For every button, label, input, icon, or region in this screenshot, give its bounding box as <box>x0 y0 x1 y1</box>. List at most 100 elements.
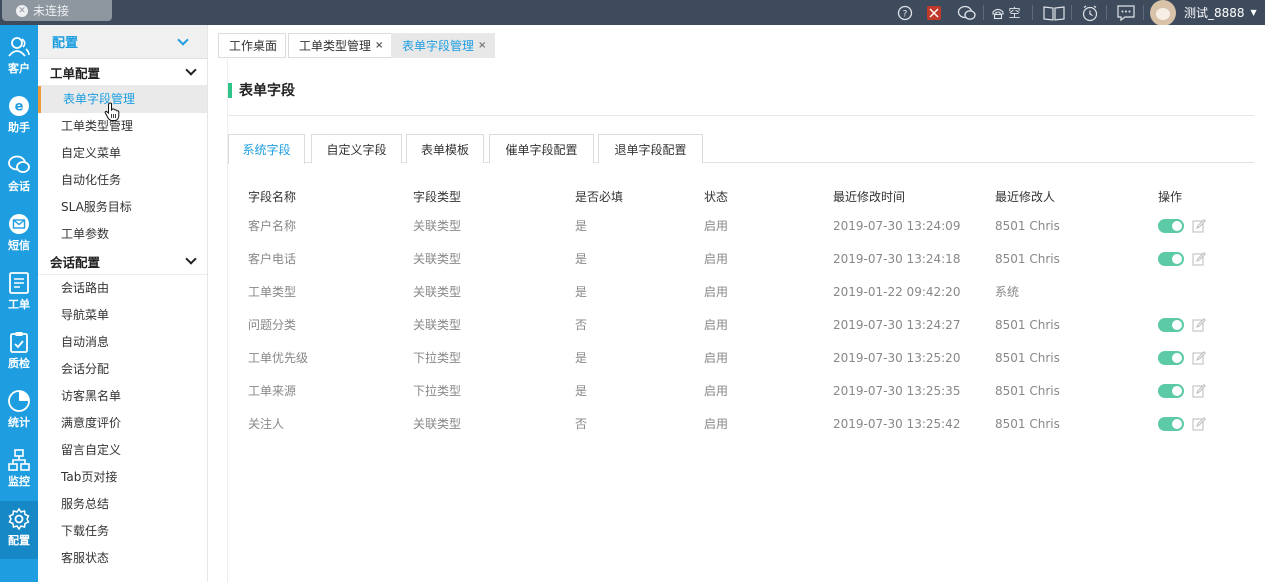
rail-item-chat[interactable]: 会话 <box>0 147 38 205</box>
close-icon[interactable]: × <box>478 40 486 51</box>
subtab-reminder-fields[interactable]: 催单字段配置 <box>489 134 594 163</box>
menu-item-navigation-menu[interactable]: 导航菜单 <box>38 302 207 329</box>
enable-toggle[interactable] <box>1158 350 1184 365</box>
table-cell-required: 是 <box>575 351 588 365</box>
table-cell-actions <box>1158 407 1228 440</box>
edit-icon[interactable] <box>1192 350 1206 365</box>
rail-label: 统计 <box>8 416 30 429</box>
menu-item-ticket-params[interactable]: 工单参数 <box>38 221 207 248</box>
menu-item-session-assign[interactable]: 会话分配 <box>38 356 207 383</box>
table-cell-actions <box>1158 275 1228 308</box>
rail-item-config[interactable]: 配置 <box>0 501 38 559</box>
menu-item-visitor-blacklist[interactable]: 访客黑名单 <box>38 383 207 410</box>
phone-status[interactable]: 空 <box>988 0 1024 25</box>
table-row: 工单来源 下拉类型 是 启用 2019-07-30 13:25:35 8501 Chris <box>248 374 1228 407</box>
table-cell-name: 客户名称 <box>248 219 297 233</box>
clock-icon[interactable] <box>1080 0 1100 25</box>
chat-icon <box>8 155 30 173</box>
divider <box>1106 5 1107 20</box>
page-title-text: 表单字段 <box>239 83 295 99</box>
table-cell-actions <box>1158 242 1228 275</box>
rail-item-customer[interactable]: 客户 <box>0 29 38 87</box>
vpn-icon[interactable] <box>924 0 944 25</box>
menu-item-custom-menu[interactable]: 自定义菜单 <box>38 140 207 167</box>
menu-item-form-field-management[interactable]: 表单字段管理 <box>38 86 207 113</box>
rail-item-stats[interactable]: 统计 <box>0 383 38 441</box>
menu-item-satisfaction[interactable]: 满意度评价 <box>38 410 207 437</box>
table-cell-by: 8501 Chris <box>995 383 1060 398</box>
book-icon[interactable] <box>1041 0 1067 25</box>
menu-item-service-summary[interactable]: 服务总结 <box>38 491 207 518</box>
menu-group-ticket-config[interactable]: 工单配置 <box>38 59 207 86</box>
phone-status-label: 空 <box>1008 6 1021 20</box>
table-cell-type: 关联类型 <box>413 219 462 233</box>
rail-item-sms[interactable]: 短信 <box>0 206 38 264</box>
enable-toggle[interactable] <box>1158 416 1184 431</box>
table-cell-type: 关联类型 <box>413 285 462 299</box>
menu-group-label: 会话配置 <box>50 254 101 270</box>
chevron-down-icon <box>177 33 189 46</box>
column-header: 字段类型 <box>413 189 462 204</box>
table-cell-time: 2019-07-30 13:24:18 <box>833 251 961 266</box>
field-subtabs: 系统字段 自定义字段 表单模板 催单字段配置 退单字段配置 <box>228 134 1254 164</box>
edit-icon[interactable] <box>1192 218 1206 233</box>
page-title: 表单字段 <box>228 80 295 100</box>
tab-form-field-management[interactable]: 表单字段管理 × <box>391 33 496 58</box>
menu-item-leave-message[interactable]: 留言自定义 <box>38 437 207 464</box>
table-cell-required: 否 <box>575 318 588 332</box>
hand-cursor-icon <box>104 102 120 121</box>
menu-group-session-config[interactable]: 会话配置 <box>38 248 207 275</box>
enable-toggle[interactable] <box>1158 251 1184 266</box>
connection-status-button[interactable]: ✕ 未连接 <box>2 0 112 21</box>
table-cell-actions <box>1158 374 1228 407</box>
rail-item-monitor[interactable]: 监控 <box>0 442 38 500</box>
menu-header[interactable]: 配置 <box>38 25 207 59</box>
rail-item-assistant[interactable]: e 助手 <box>0 88 38 146</box>
subtab-form-templates[interactable]: 表单模板 <box>406 134 484 163</box>
message-icon[interactable] <box>1115 0 1137 25</box>
tab-label: 工单类型管理 <box>299 39 372 53</box>
tab-workbench[interactable]: 工作桌面 <box>218 33 287 58</box>
rail-item-qa[interactable]: 质检 <box>0 324 38 382</box>
table-cell-status: 启用 <box>704 384 729 398</box>
module-rail: 客户 e 助手 会话 短信 工单 质检 统计 监控 配置 <box>0 25 38 582</box>
menu-item-sla[interactable]: SLA服务目标 <box>38 194 207 221</box>
enable-toggle[interactable] <box>1158 317 1184 332</box>
menu-item-session-routing[interactable]: 会话路由 <box>38 275 207 302</box>
chat-icon[interactable] <box>956 0 978 25</box>
field-table: 字段名称 字段类型 是否必填 状态 最近修改时间 最近修改人 操作 客户名称 关联… <box>248 183 1228 440</box>
table-row: 工单优先级 下拉类型 是 启用 2019-07-30 13:25:20 8501 Chri… <box>248 341 1228 374</box>
table-header-row: 字段名称 字段类型 是否必填 状态 最近修改时间 最近修改人 操作 <box>248 183 1228 209</box>
menu-item-auto-message[interactable]: 自动消息 <box>38 329 207 356</box>
menu-item-download-task[interactable]: 下载任务 <box>38 518 207 545</box>
rail-item-ticket[interactable]: 工单 <box>0 265 38 323</box>
edit-icon[interactable] <box>1192 251 1206 266</box>
ticket-icon <box>9 272 29 294</box>
menu-item-tab-integration[interactable]: Tab页对接 <box>38 464 207 491</box>
menu-item-agent-status[interactable]: 客服状态 <box>38 545 207 572</box>
subtab-return-fields[interactable]: 退单字段配置 <box>598 134 703 163</box>
edit-icon[interactable] <box>1192 383 1206 398</box>
table-cell-type: 下拉类型 <box>413 351 462 365</box>
table-cell-by: 8501 Chris <box>995 350 1060 365</box>
menu-item-ticket-type-management[interactable]: 工单类型管理 <box>38 113 207 140</box>
enable-toggle[interactable] <box>1158 383 1184 398</box>
tab-label: 工作桌面 <box>229 39 278 53</box>
close-icon[interactable]: × <box>375 40 383 51</box>
column-header: 最近修改时间 <box>833 189 906 204</box>
e-icon: e <box>9 96 29 116</box>
edit-icon[interactable] <box>1192 317 1206 332</box>
table-cell-type: 关联类型 <box>413 318 462 332</box>
page-tab-bar: 工作桌面 工单类型管理 × 表单字段管理 × <box>209 25 1265 63</box>
user-menu[interactable]: 测试_8888 ▼ <box>1150 0 1257 26</box>
table-cell-by: 8501 Chris <box>995 251 1060 266</box>
subtab-system-fields[interactable]: 系统字段 <box>228 134 305 164</box>
edit-icon[interactable] <box>1192 416 1206 431</box>
tab-ticket-type-management[interactable]: 工单类型管理 × <box>288 33 393 58</box>
table-cell-required: 是 <box>575 285 588 299</box>
subtab-custom-fields[interactable]: 自定义字段 <box>311 134 402 163</box>
table-cell-status: 启用 <box>704 252 729 266</box>
help-icon[interactable]: ? <box>896 0 914 25</box>
enable-toggle[interactable] <box>1158 218 1184 233</box>
menu-item-automation-task[interactable]: 自动化任务 <box>38 167 207 194</box>
